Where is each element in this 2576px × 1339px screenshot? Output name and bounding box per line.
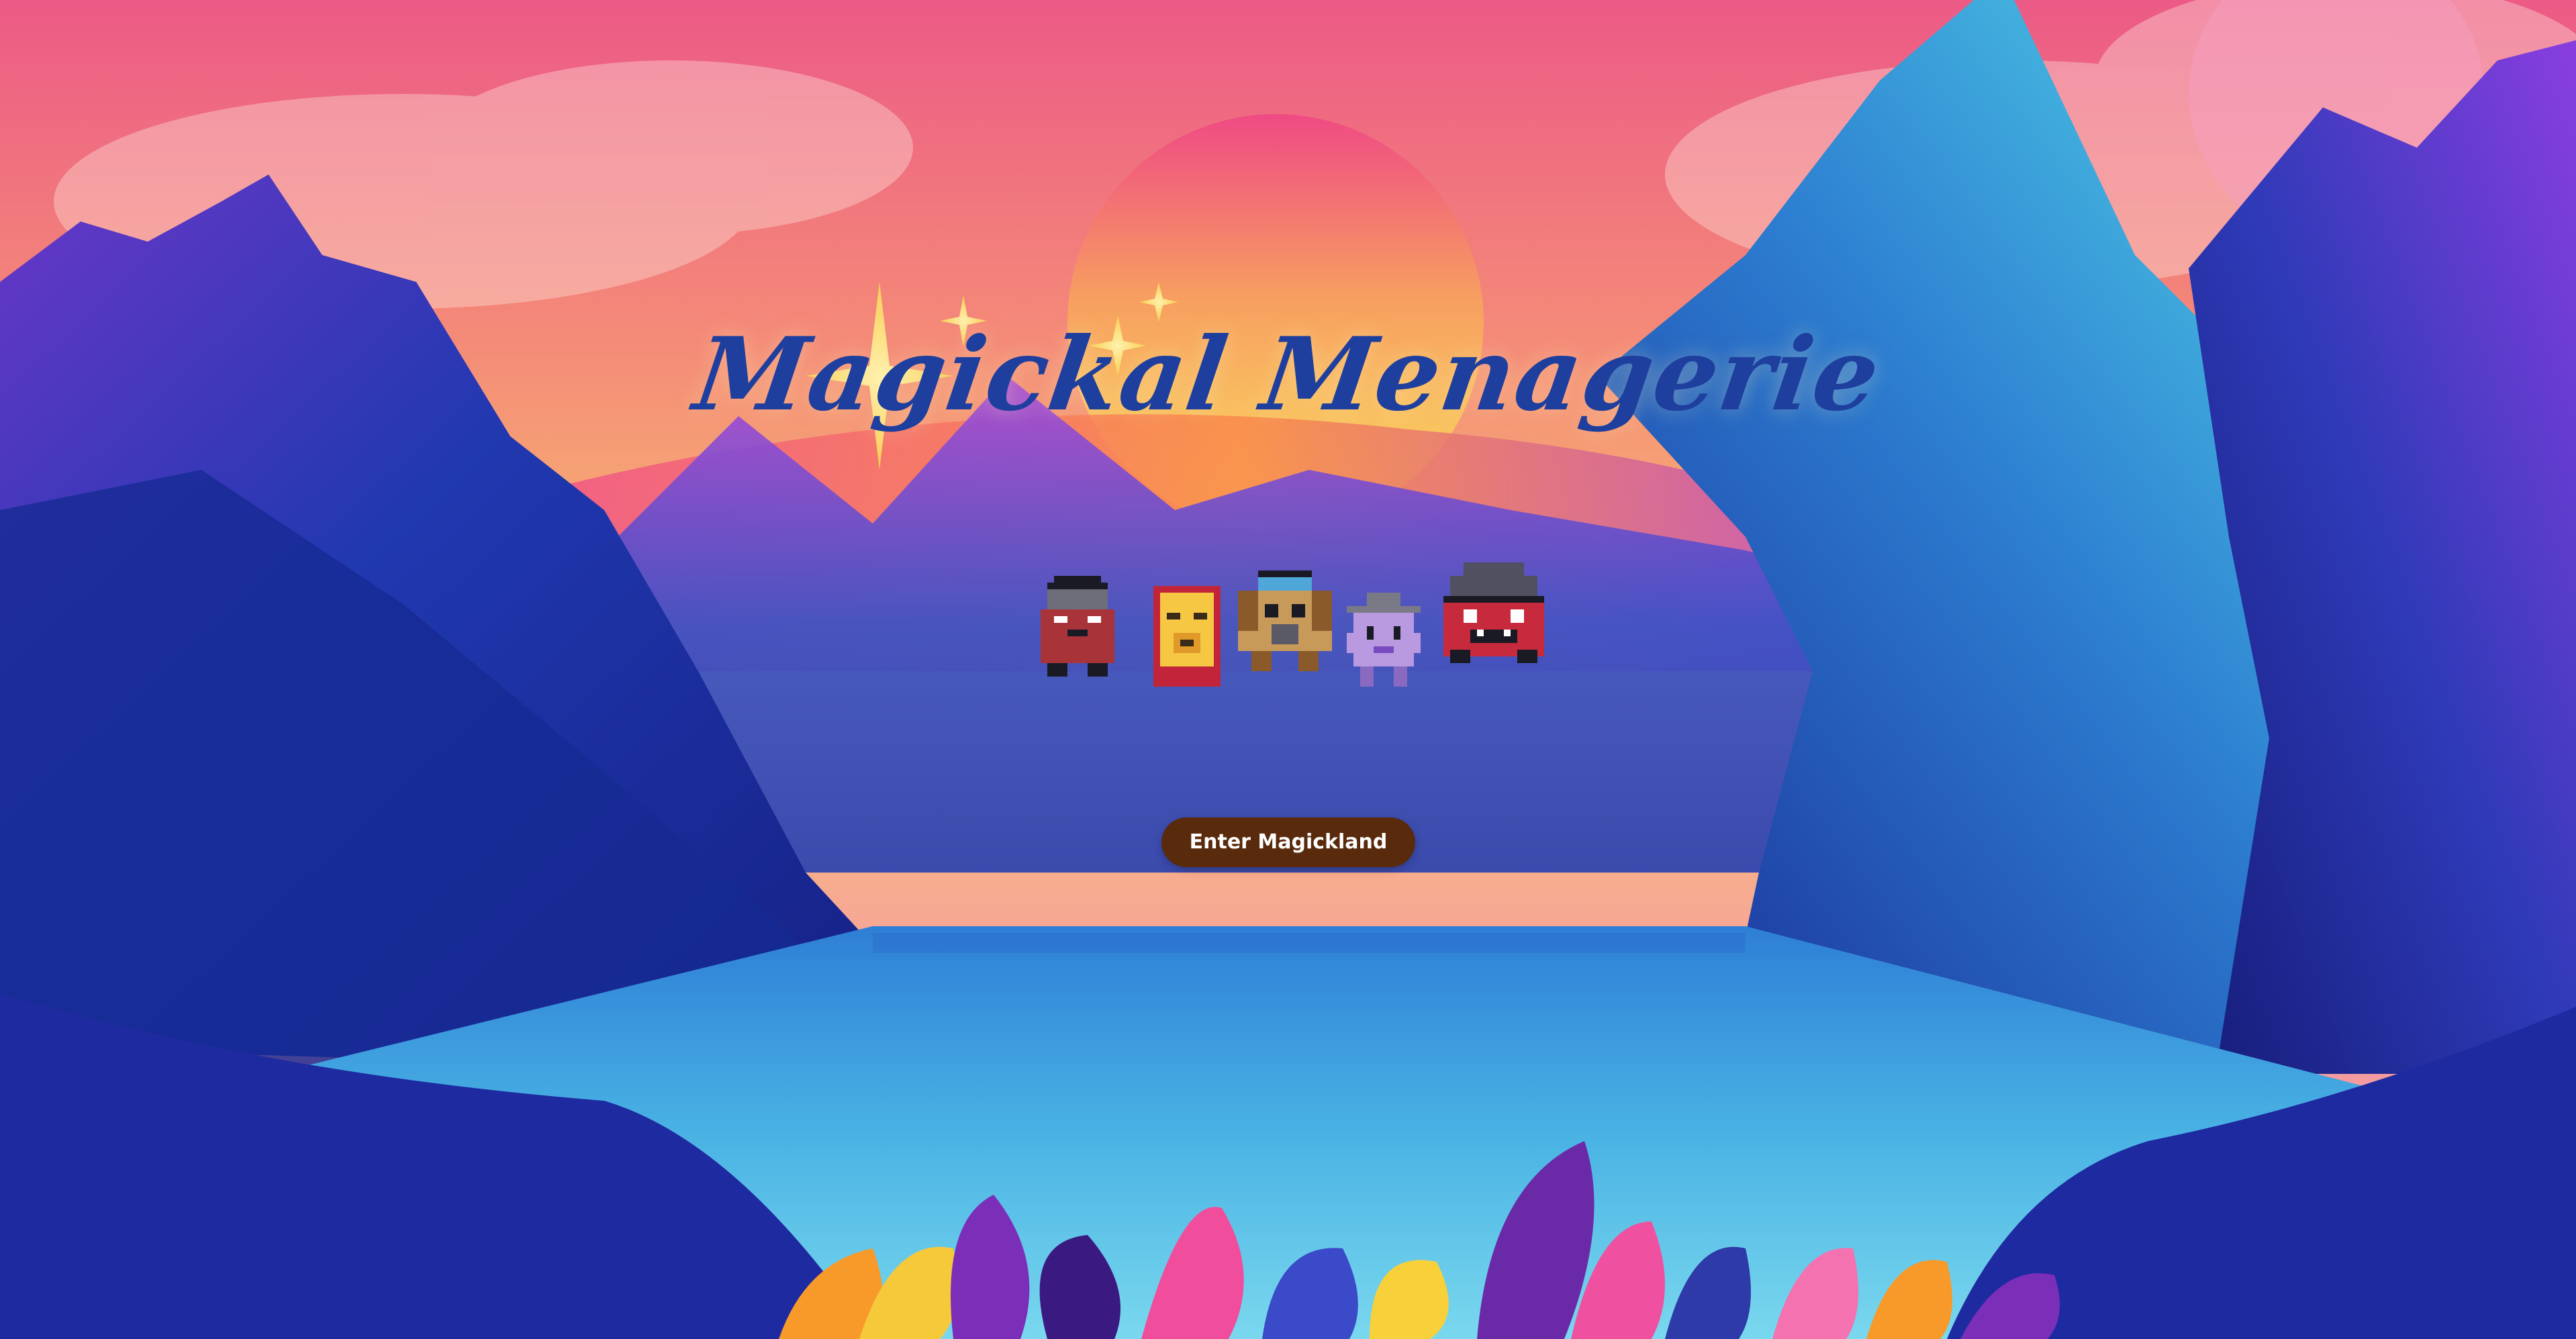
grey-hooded-critter-icon <box>1041 576 1114 677</box>
hero-title: Magickal Menagerie <box>688 315 1888 434</box>
character-lineup <box>1034 562 1551 697</box>
hero-title-wrapper: Magickal Menagerie <box>0 315 2576 434</box>
landing-page: Magickal Menagerie Enter Magickland <box>0 0 2576 1339</box>
enter-magickland-button[interactable]: Enter Magickland <box>1161 817 1415 867</box>
yellow-scroll-critter-icon <box>1153 586 1221 687</box>
tan-dog-critter-icon <box>1238 571 1332 671</box>
purple-hat-critter-icon <box>1347 593 1421 687</box>
red-spiky-critter-icon <box>1443 562 1544 663</box>
